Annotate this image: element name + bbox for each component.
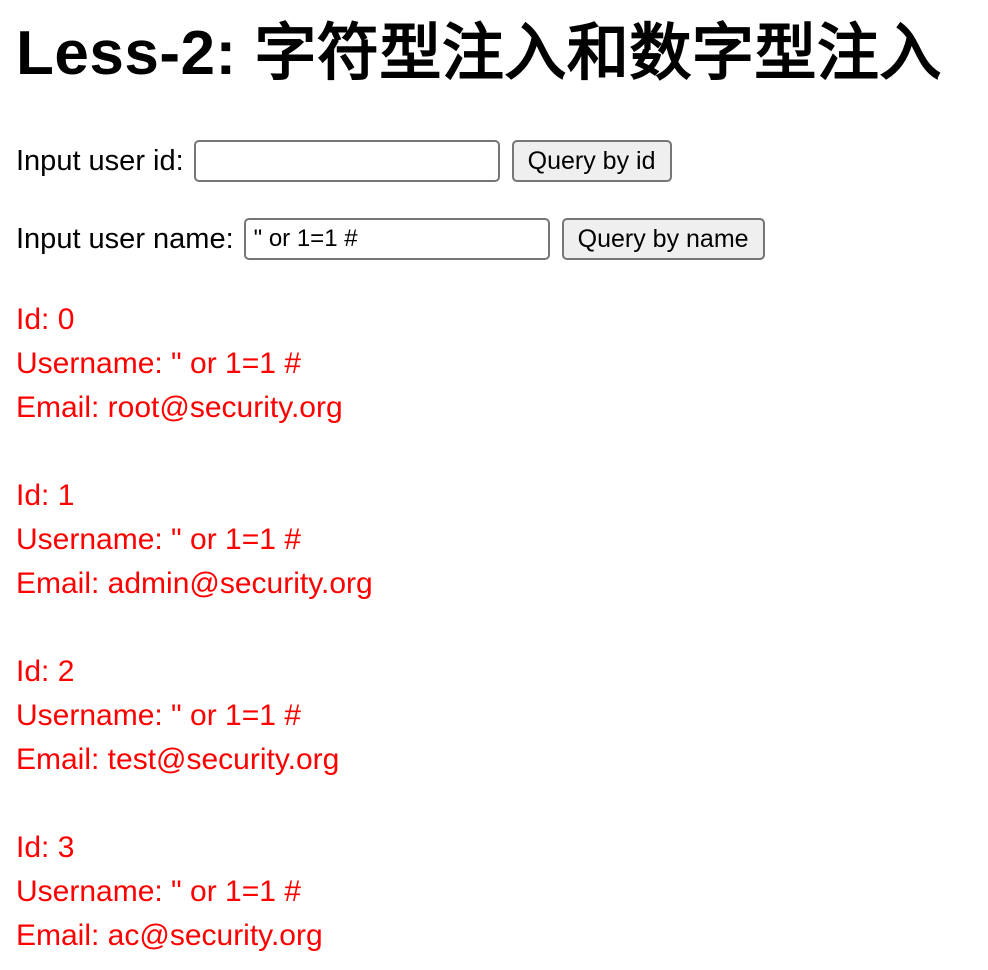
query-by-name-button[interactable]: Query by name (561, 218, 765, 260)
result-id: Id: 2 (16, 655, 75, 688)
result-email: Email: ac@security.org (16, 919, 323, 952)
result-id: Id: 3 (16, 831, 75, 864)
query-results: Id: 0 Username: " or 1=1 # Email: root@s… (16, 298, 988, 958)
page: Less-2: 字符型注入和数字型注入 Input user id: Query… (0, 0, 988, 958)
user-name-input[interactable] (243, 218, 550, 260)
user-name-label: Input user name: (16, 222, 234, 255)
page-title: Less-2: 字符型注入和数字型注入 (16, 19, 942, 88)
id-query-form: Input user id: Query by id (16, 138, 988, 184)
result-record: Id: 2 Username: " or 1=1 # Email: test@s… (16, 650, 988, 782)
user-id-label: Input user id: (16, 144, 184, 177)
name-query-form: Input user name: Query by name (16, 216, 988, 262)
query-by-id-button[interactable]: Query by id (511, 140, 672, 182)
result-email: Email: root@security.org (16, 391, 343, 424)
result-username: Username: " or 1=1 # (16, 699, 301, 732)
result-username: Username: " or 1=1 # (16, 523, 301, 556)
result-username: Username: " or 1=1 # (16, 347, 301, 380)
result-id: Id: 0 (16, 303, 75, 336)
result-email: Email: admin@security.org (16, 567, 373, 600)
result-username: Username: " or 1=1 # (16, 875, 301, 908)
result-id: Id: 1 (16, 479, 75, 512)
result-record: Id: 3 Username: " or 1=1 # Email: ac@sec… (16, 826, 988, 958)
result-record: Id: 1 Username: " or 1=1 # Email: admin@… (16, 474, 988, 606)
user-id-input[interactable] (193, 140, 500, 182)
result-record: Id: 0 Username: " or 1=1 # Email: root@s… (16, 298, 988, 430)
result-email: Email: test@security.org (16, 743, 340, 776)
